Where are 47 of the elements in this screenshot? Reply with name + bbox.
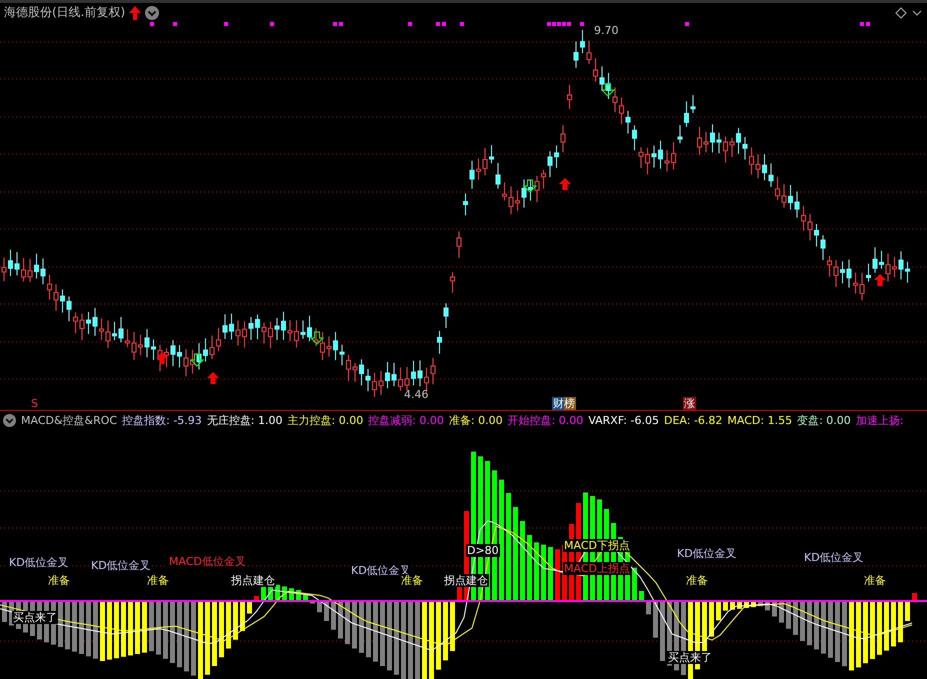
indicator-reading: MACD: 1.55	[727, 414, 792, 426]
signal-annotation: 买点来了	[12, 611, 58, 624]
down-arrow-icon	[600, 84, 616, 97]
signal-annotation: 准备	[47, 574, 71, 587]
up-arrow-icon	[207, 372, 219, 384]
up-arrow-icon	[559, 178, 571, 190]
signal-annotation: MACD下拐点	[563, 539, 631, 552]
diamond-icon[interactable]	[895, 6, 907, 18]
signal-annotation: KD低位金叉	[803, 551, 865, 564]
signal-annotation: D>80	[466, 544, 500, 557]
signal-annotation: 买点来了	[667, 651, 713, 664]
indicator-reading: 控盘指数: -5.93	[122, 412, 202, 428]
event-marker[interactable]: 涨	[683, 397, 696, 410]
signal-annotation: MACD低位金叉	[168, 555, 247, 568]
down-arrow-icon	[310, 332, 324, 345]
signal-annotation: 准备	[146, 574, 170, 587]
signal-annotation: KD低位金叉	[8, 556, 70, 569]
up-arrow-icon	[129, 6, 142, 20]
low-price-label: 4.46	[404, 388, 428, 401]
signal-annotation: KD低位金叉	[90, 559, 152, 572]
event-marker[interactable]: S	[30, 397, 39, 410]
signal-annotation: 准备	[863, 574, 887, 587]
indicator-reading: 开始控盘: 0.00	[508, 412, 584, 428]
chevron-down-icon[interactable]	[145, 6, 160, 20]
signal-annotation: MACD上拐点	[563, 562, 631, 575]
event-marker[interactable]: 财榜	[552, 397, 576, 410]
signal-annotation: KD低位金叉	[676, 547, 738, 560]
indicator-reading: 变盘: 0.00	[797, 412, 851, 428]
indicator-reading: DEA: -6.82	[664, 414, 722, 426]
signal-annotation: 拐点建仓	[443, 574, 489, 587]
up-arrow-icon	[156, 352, 168, 364]
indicator-reading: 主力控盘: 0.00	[288, 412, 364, 428]
chevron-down-icon[interactable]	[3, 414, 16, 426]
indicator-reading: 准备: 0.00	[448, 412, 503, 428]
signal-annotation: 准备	[685, 574, 709, 587]
indicator-name: MACD&控盘&ROC	[21, 412, 118, 428]
signal-annotation: 拐点建仓	[230, 574, 276, 587]
indicator-reading: 加速上扬:	[856, 412, 904, 428]
indicator-reading: VARXF: -6.05	[588, 414, 659, 426]
indicator-reading: 无庄控盘: 1.00	[206, 412, 282, 428]
indicator-reading: 控盘减弱: 0.00	[368, 412, 444, 428]
up-arrow-icon	[874, 274, 886, 286]
high-price-label: 9.70	[594, 24, 618, 37]
down-arrow-icon	[190, 354, 204, 367]
signal-annotation: 准备	[400, 574, 424, 587]
down-arrow-icon	[522, 180, 538, 193]
stock-title: 海德股份(日线.前复权)	[4, 4, 126, 21]
